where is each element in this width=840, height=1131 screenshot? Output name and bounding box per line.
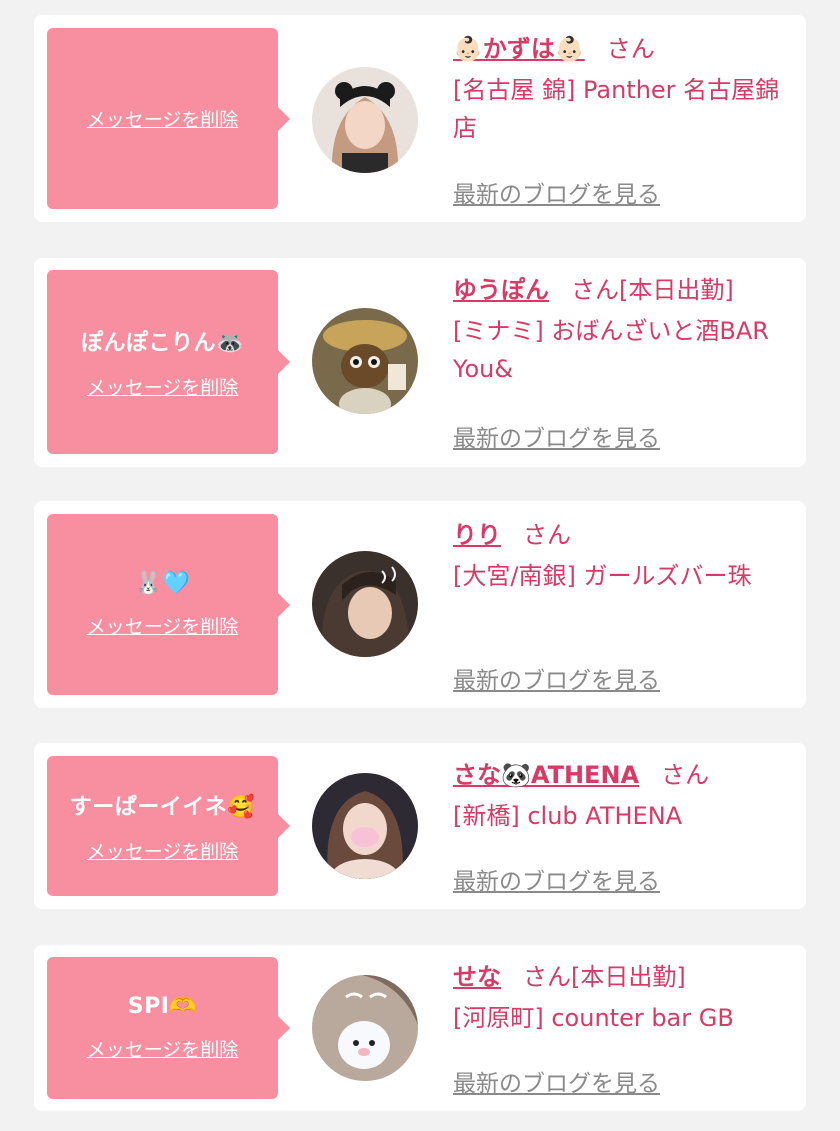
delete-message-link[interactable]: メッセージを削除 [87, 105, 239, 132]
girl-selfie-photo-icon [312, 551, 418, 657]
favorite-card: 🐰🩵 メッセージを削除 りり さん [大宮/南銀] ガールズバー珠 最新のブログを… [34, 501, 806, 708]
name-line: せな さん[本日出勤] [453, 959, 793, 995]
avatar[interactable] [312, 551, 418, 657]
honorific: さん [571, 276, 619, 304]
latest-blog-link[interactable]: 最新のブログを見る [453, 419, 660, 453]
message-text: ぽんぽこりん🦝 [81, 330, 244, 356]
message-text: SPI🫶 [127, 994, 198, 1019]
message-bubble: メッセージを削除 [47, 28, 290, 209]
favorite-info: 👶🏻かずは👶🏻 さん [名古屋 錦] Panther 名古屋錦店 [453, 31, 793, 147]
favorite-card: メッセージを削除 👶🏻かずは👶🏻 さん [名古屋 錦] Panther 名古屋錦店… [34, 15, 806, 222]
cast-name-link[interactable]: 👶🏻かずは👶🏻 [453, 35, 585, 63]
message-bubble: SPI🫶 メッセージを削除 [47, 957, 290, 1099]
latest-blog-link[interactable]: 最新のブログを見る [453, 661, 660, 695]
store-name: [河原町] counter bar GB [453, 1004, 734, 1032]
honorific: さん [523, 963, 571, 991]
cast-name-link[interactable]: ゆうぽん [453, 276, 549, 304]
fluffy-sticker-photo-icon [312, 975, 418, 1081]
cast-name-link[interactable]: さな🐼ATHENA [453, 761, 639, 789]
status-badge: [本日出勤] [619, 276, 734, 304]
store-name: [新橋] club ATHENA [453, 802, 683, 830]
name-line: 👶🏻かずは👶🏻 さん [453, 31, 793, 67]
message-bubble: ぽんぽこりん🦝 メッセージを削除 [47, 270, 290, 454]
name-line: さな🐼ATHENA さん [453, 757, 793, 793]
honorific: さん [523, 521, 571, 549]
cast-name-link[interactable]: せな [453, 963, 501, 991]
avatar[interactable] [312, 67, 418, 173]
honorific: さん [606, 35, 655, 63]
delete-message-link[interactable]: メッセージを削除 [87, 612, 239, 639]
name-line: ゆうぽん さん[本日出勤] [453, 272, 793, 308]
message-text: 🐰🩵 [134, 570, 191, 596]
delete-message-link[interactable]: メッセージを削除 [87, 1035, 239, 1062]
cast-name-link[interactable]: りり [453, 521, 501, 549]
favorites-list: メッセージを削除 👶🏻かずは👶🏻 さん [名古屋 錦] Panther 名古屋錦店… [0, 0, 840, 1131]
store-name: [名古屋 錦] Panther 名古屋錦店 [453, 76, 780, 142]
favorite-info: せな さん[本日出勤] [河原町] counter bar GB [453, 959, 793, 1037]
latest-blog-link[interactable]: 最新のブログを見る [453, 175, 660, 209]
delete-message-link[interactable]: メッセージを削除 [87, 837, 239, 864]
favorite-card: すーぱーイイネ🥰 メッセージを削除 さな🐼ATHENA さん [新橋] club … [34, 743, 806, 909]
avatar[interactable] [312, 308, 418, 414]
latest-blog-link[interactable]: 最新のブログを見る [453, 1064, 660, 1098]
message-bubble: 🐰🩵 メッセージを削除 [47, 514, 290, 695]
delete-message-link[interactable]: メッセージを削除 [87, 373, 239, 400]
cat-ears-girl-photo-icon [312, 67, 418, 173]
favorite-info: さな🐼ATHENA さん [新橋] club ATHENA [453, 757, 793, 835]
honorific: さん [661, 761, 710, 789]
status-badge: [本日出勤] [571, 963, 686, 991]
avatar[interactable] [312, 773, 418, 879]
store-name: [大宮/南銀] ガールズバー珠 [453, 562, 752, 590]
masked-girl-photo-icon [312, 773, 418, 879]
favorite-card: SPI🫶 メッセージを削除 せな さん[本日出勤] [河原町] counter b… [34, 945, 806, 1111]
avatar[interactable] [312, 975, 418, 1081]
message-text: すーぱーイイネ🥰 [69, 794, 256, 820]
message-bubble: すーぱーイイネ🥰 メッセージを削除 [47, 756, 290, 896]
tanuki-statue-photo-icon [312, 308, 418, 414]
favorite-info: りり さん [大宮/南銀] ガールズバー珠 [453, 517, 793, 595]
name-line: りり さん [453, 517, 793, 553]
store-name: [ミナミ] おばんざいと酒BAR You& [453, 317, 769, 383]
latest-blog-link[interactable]: 最新のブログを見る [453, 862, 660, 896]
favorite-card: ぽんぽこりん🦝 メッセージを削除 ゆうぽん さん[本日出勤] [ミナミ] おばんざ… [34, 258, 806, 467]
favorite-info: ゆうぽん さん[本日出勤] [ミナミ] おばんざいと酒BAR You& [453, 272, 793, 388]
